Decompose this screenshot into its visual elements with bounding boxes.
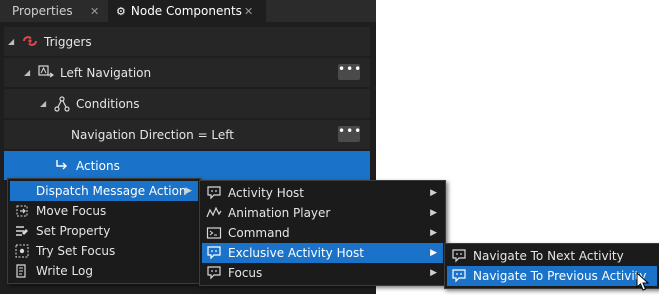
tab-properties-label: Properties [12, 4, 73, 18]
menu-item-navigate-to-previous-activity[interactable]: Navigate To Previous Activity [447, 266, 657, 286]
menu-item-move-focus[interactable]: Move Focus [10, 201, 198, 221]
conditions-icon [54, 96, 70, 112]
menu-item-label: Dispatch Message Action [36, 184, 187, 198]
menu-item-label: Animation Player [228, 206, 331, 220]
try-set-focus-icon [14, 243, 30, 259]
menu-item-exclusive-activity-host[interactable]: Exclusive Activity Host ▶ [202, 243, 443, 263]
context-menu-actions: Dispatch Message Action ▶ Move Focus Set… [7, 178, 201, 284]
menu-item-focus[interactable]: Focus ▶ [202, 263, 443, 283]
context-menu-exclusive-activity-host: Navigate To Next Activity Navigate To Pr… [444, 243, 659, 289]
move-focus-icon [14, 203, 30, 219]
message-icon [451, 248, 467, 264]
menu-item-dispatch-message-action[interactable]: Dispatch Message Action ▶ [10, 181, 198, 201]
collapse-arrow-icon[interactable]: ◢ [24, 68, 30, 77]
tab-node-components[interactable]: ⚙ Node Components ✕ [108, 0, 266, 22]
tree-row-actions[interactable]: Actions [4, 151, 370, 180]
submenu-arrow-icon: ▶ [430, 228, 437, 238]
menu-item-label: Set Property [36, 224, 111, 238]
menu-item-navigate-to-next-activity[interactable]: Navigate To Next Activity [447, 246, 657, 266]
menu-item-label: Try Set Focus [36, 244, 116, 258]
tree-row-condition-expression[interactable]: Navigation Direction = Left ••• [4, 120, 370, 149]
menu-item-label: Focus [228, 266, 263, 280]
tab-node-components-label: Node Components [130, 4, 242, 18]
menu-item-command[interactable]: Command ▶ [202, 223, 443, 243]
actions-arrow-icon [54, 158, 70, 172]
submenu-arrow-icon: ▶ [430, 188, 437, 198]
tab-bar: Properties ✕ ⚙ Node Components ✕ [0, 0, 376, 22]
message-icon [206, 245, 222, 261]
conditions-label: Conditions [76, 96, 140, 111]
condition-expression-label: Navigation Direction = Left [71, 127, 235, 142]
menu-item-label: Navigate To Next Activity [473, 249, 624, 263]
close-icon[interactable]: ✕ [90, 5, 99, 18]
menu-item-label: Write Log [36, 264, 93, 278]
tab-properties[interactable]: Properties ✕ [0, 0, 120, 22]
command-icon [206, 225, 222, 241]
menu-item-label: Exclusive Activity Host [228, 246, 364, 260]
set-property-icon [14, 223, 30, 239]
context-menu-dispatch-message: Activity Host ▶ Animation Player ▶ Comma… [199, 180, 446, 286]
submenu-arrow-icon: ▶ [430, 208, 437, 218]
menu-item-set-property[interactable]: Set Property [10, 221, 198, 241]
collapse-arrow-icon[interactable]: ◢ [8, 37, 14, 46]
close-icon[interactable]: ✕ [244, 5, 253, 18]
collapse-arrow-icon[interactable]: ◢ [40, 99, 46, 108]
submenu-arrow-icon: ▶ [430, 268, 437, 278]
triggers-label: Triggers [44, 34, 92, 49]
more-options-button[interactable]: ••• [338, 125, 361, 142]
menu-item-label: Activity Host [228, 186, 305, 200]
tree-row-left-navigation[interactable]: ◢ Left Navigation ••• [4, 58, 370, 87]
menu-item-try-set-focus[interactable]: Try Set Focus [10, 241, 198, 261]
message-icon [451, 268, 467, 284]
animation-player-icon [206, 205, 222, 221]
write-log-icon [14, 263, 30, 279]
tree-row-triggers[interactable]: ◢ Triggers [4, 27, 370, 56]
menu-item-label: Move Focus [36, 204, 107, 218]
menu-item-label: Command [228, 226, 290, 240]
cursor-icon [636, 271, 652, 292]
message-icon [206, 185, 222, 201]
submenu-arrow-icon: ▶ [430, 248, 437, 258]
node-components-icon: ⚙ [116, 4, 126, 18]
submenu-arrow-icon: ▶ [185, 186, 192, 196]
navigation-trigger-icon [38, 65, 54, 79]
tree-row-conditions[interactable]: ◢ Conditions [4, 89, 370, 118]
menu-item-write-log[interactable]: Write Log [10, 261, 198, 281]
menu-item-animation-player[interactable]: Animation Player ▶ [202, 203, 443, 223]
actions-label: Actions [76, 158, 120, 173]
message-icon [206, 265, 222, 281]
trigger-icon [22, 34, 38, 48]
menu-item-label: Navigate To Previous Activity [473, 269, 647, 283]
left-navigation-label: Left Navigation [60, 65, 152, 80]
more-options-button[interactable]: ••• [338, 63, 361, 80]
menu-item-activity-host[interactable]: Activity Host ▶ [202, 183, 443, 203]
